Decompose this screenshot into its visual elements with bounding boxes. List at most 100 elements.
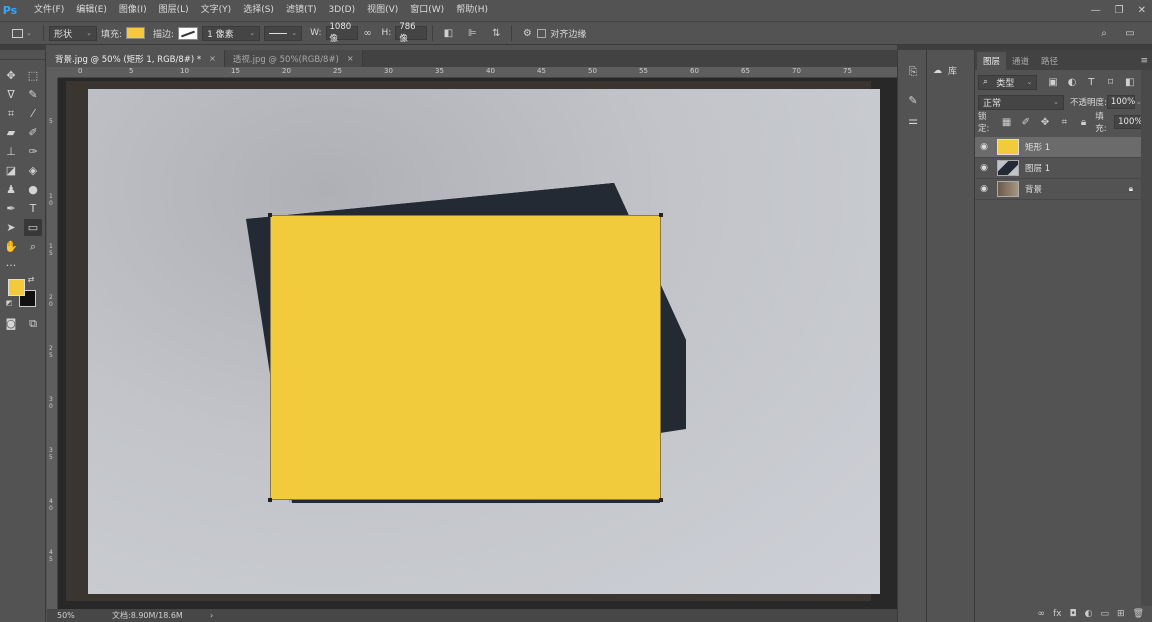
ruler-origin[interactable] (47, 67, 58, 78)
vertical-ruler[interactable]: 5 1 0 1 5 2 0 2 5 3 0 3 5 4 0 4 5 (47, 78, 58, 609)
magic-wand-tool-icon[interactable]: ✎ (24, 86, 42, 103)
lock-artboard-icon[interactable]: ⌗ (1057, 114, 1072, 130)
menu-type[interactable]: 文字(Y) (195, 0, 238, 21)
shape-mode-select[interactable]: 形状 ⌄ (49, 25, 97, 41)
height-input[interactable]: 786 像 (395, 22, 428, 44)
eye-icon[interactable]: ◉ (975, 142, 993, 152)
lock-transparent-icon[interactable]: ▦ (999, 114, 1014, 130)
clone-stamp-tool-icon[interactable]: ⊥ (2, 143, 20, 160)
transform-handle[interactable] (268, 213, 272, 217)
layers-scrollbar[interactable] (1141, 70, 1152, 606)
menu-image[interactable]: 图像(I) (113, 0, 153, 21)
pixel-filter-icon[interactable]: ▣ (1045, 74, 1060, 90)
status-menu-arrow[interactable]: › (210, 611, 213, 620)
marquee-tool-icon[interactable]: ⬚ (24, 67, 42, 84)
blur-tool-icon[interactable]: ♟ (2, 181, 20, 198)
eye-icon[interactable]: ◉ (975, 163, 993, 173)
move-tool-icon[interactable]: ✥ (2, 67, 20, 84)
path-alignment-icon[interactable]: ⊫ (464, 25, 480, 41)
swap-colors-icon[interactable]: ⇄ (26, 274, 36, 284)
crop-tool-icon[interactable]: ⌗ (2, 105, 20, 122)
dodge-tool-icon[interactable]: ● (24, 181, 42, 198)
healing-brush-tool-icon[interactable]: ▰ (2, 124, 20, 141)
opacity-input[interactable]: 100% (1106, 95, 1135, 109)
horizontal-ruler[interactable]: 0 5 10 15 20 25 30 35 40 45 50 55 60 65 … (58, 67, 897, 78)
menu-view[interactable]: 视图(V) (361, 0, 404, 21)
history-brush-tool-icon[interactable]: ✑ (24, 143, 42, 160)
blend-mode-select[interactable]: 正常 ⌄ (978, 94, 1064, 110)
brush-panel-icon[interactable]: ✎ (904, 92, 922, 109)
menu-layer[interactable]: 图层(L) (153, 0, 195, 21)
zoom-tool-icon[interactable]: ⌕ (24, 238, 42, 255)
adjustment-filter-icon[interactable]: ◐ (1065, 74, 1080, 90)
close-icon[interactable]: × (347, 54, 354, 63)
rectangle-shape-layer[interactable] (270, 215, 661, 500)
close-icon[interactable]: × (209, 54, 216, 63)
minimize-button[interactable]: — (1091, 5, 1101, 16)
rectangle-tool-icon[interactable]: ▭ (24, 219, 42, 236)
tab-paths[interactable]: 路径 (1035, 52, 1064, 70)
workspace-icon[interactable]: ▭ (1122, 25, 1138, 41)
panel-menu-icon[interactable]: ≡ (1140, 56, 1148, 66)
menu-file[interactable]: 文件(F) (28, 0, 70, 21)
foreground-color-swatch[interactable] (8, 279, 25, 296)
screen-mode-icon[interactable]: ⧉ (24, 315, 42, 332)
tab-channels[interactable]: 通道 (1006, 52, 1035, 70)
stroke-type-select[interactable]: ⌄ (264, 25, 303, 41)
tab-perspective-document[interactable]: 透视.jpg @ 50%(RGB/8#) × (224, 50, 363, 67)
stroke-color-swatch[interactable] (178, 26, 199, 40)
transform-handle[interactable] (659, 498, 663, 502)
menu-select[interactable]: 选择(S) (237, 0, 280, 21)
close-window-button[interactable]: ✕ (1138, 5, 1146, 16)
quick-mask-icon[interactable]: ◙ (2, 315, 20, 332)
menu-help[interactable]: 帮助(H) (450, 0, 494, 21)
type-tool-icon[interactable]: T (24, 200, 42, 217)
layer-row-background[interactable]: ◉ 背景 🔒︎ (975, 179, 1141, 200)
restore-button[interactable]: ❐ (1115, 5, 1124, 16)
search-icon[interactable]: ⌕ (1096, 25, 1112, 41)
new-layer-icon[interactable]: ⊞ (1117, 609, 1125, 619)
library-button[interactable]: ☁ 库 (933, 64, 957, 78)
lock-pixels-icon[interactable]: ✐ (1018, 114, 1033, 130)
default-colors-icon[interactable]: ◩ (4, 298, 14, 308)
menu-window[interactable]: 窗口(W) (404, 0, 450, 21)
adjustments-panel-icon[interactable]: ⚌ (904, 112, 922, 129)
fill-color-swatch[interactable] (126, 27, 146, 39)
layer-row-rectangle[interactable]: ◉ 矩形 1 (975, 137, 1141, 158)
path-selection-tool-icon[interactable]: ➤ (2, 219, 20, 236)
hand-tool-icon[interactable]: ✋ (2, 238, 20, 255)
eraser-tool-icon[interactable]: ◪ (2, 162, 20, 179)
trash-icon[interactable]: 🗑︎ (1133, 609, 1144, 619)
new-group-icon[interactable]: ▭ (1101, 609, 1110, 619)
eyedropper-tool-icon[interactable]: ⁄ (24, 105, 42, 122)
link-layers-icon[interactable]: ∞ (1038, 609, 1046, 619)
transform-handle[interactable] (659, 213, 663, 217)
path-operations-icon[interactable]: ◧ (440, 25, 456, 41)
eye-icon[interactable]: ◉ (975, 184, 993, 194)
stroke-width-select[interactable]: 1 像素 ⌄ (202, 25, 261, 41)
document-canvas[interactable] (58, 78, 897, 609)
lock-all-icon[interactable]: 🔒︎ (1076, 114, 1091, 130)
zoom-level[interactable]: 50% (57, 611, 107, 620)
pen-tool-icon[interactable]: ✒ (2, 200, 20, 217)
fill-input[interactable]: 100% (1114, 115, 1142, 129)
more-tools-icon[interactable]: ··· (2, 257, 20, 274)
width-input[interactable]: 1080 像 (325, 22, 358, 44)
menu-filter[interactable]: 滤镜(T) (280, 0, 323, 21)
gear-icon[interactable]: ⚙ (519, 25, 535, 41)
link-icon[interactable]: ∞ (360, 25, 376, 41)
add-mask-icon[interactable]: ◘ (1070, 609, 1077, 619)
transform-handle[interactable] (268, 498, 272, 502)
lasso-tool-icon[interactable]: ᐁ (2, 86, 20, 103)
path-arrangement-icon[interactable]: ⇅ (488, 25, 504, 41)
layer-row-layer1[interactable]: ◉ 图层 1 (975, 158, 1141, 179)
paint-bucket-tool-icon[interactable]: ◈ (24, 162, 42, 179)
menu-edit[interactable]: 编辑(E) (70, 0, 113, 21)
smart-object-filter-icon[interactable]: ◧ (1122, 74, 1137, 90)
menu-3d[interactable]: 3D(D) (322, 0, 361, 21)
properties-panel-icon[interactable]: ⎘ (904, 63, 922, 80)
shape-filter-icon[interactable]: ⌑ (1103, 74, 1118, 90)
tool-preset-picker[interactable]: ⌄ (6, 24, 38, 42)
align-edges-checkbox[interactable] (537, 28, 547, 38)
adjustment-layer-icon[interactable]: ◐ (1085, 609, 1093, 619)
